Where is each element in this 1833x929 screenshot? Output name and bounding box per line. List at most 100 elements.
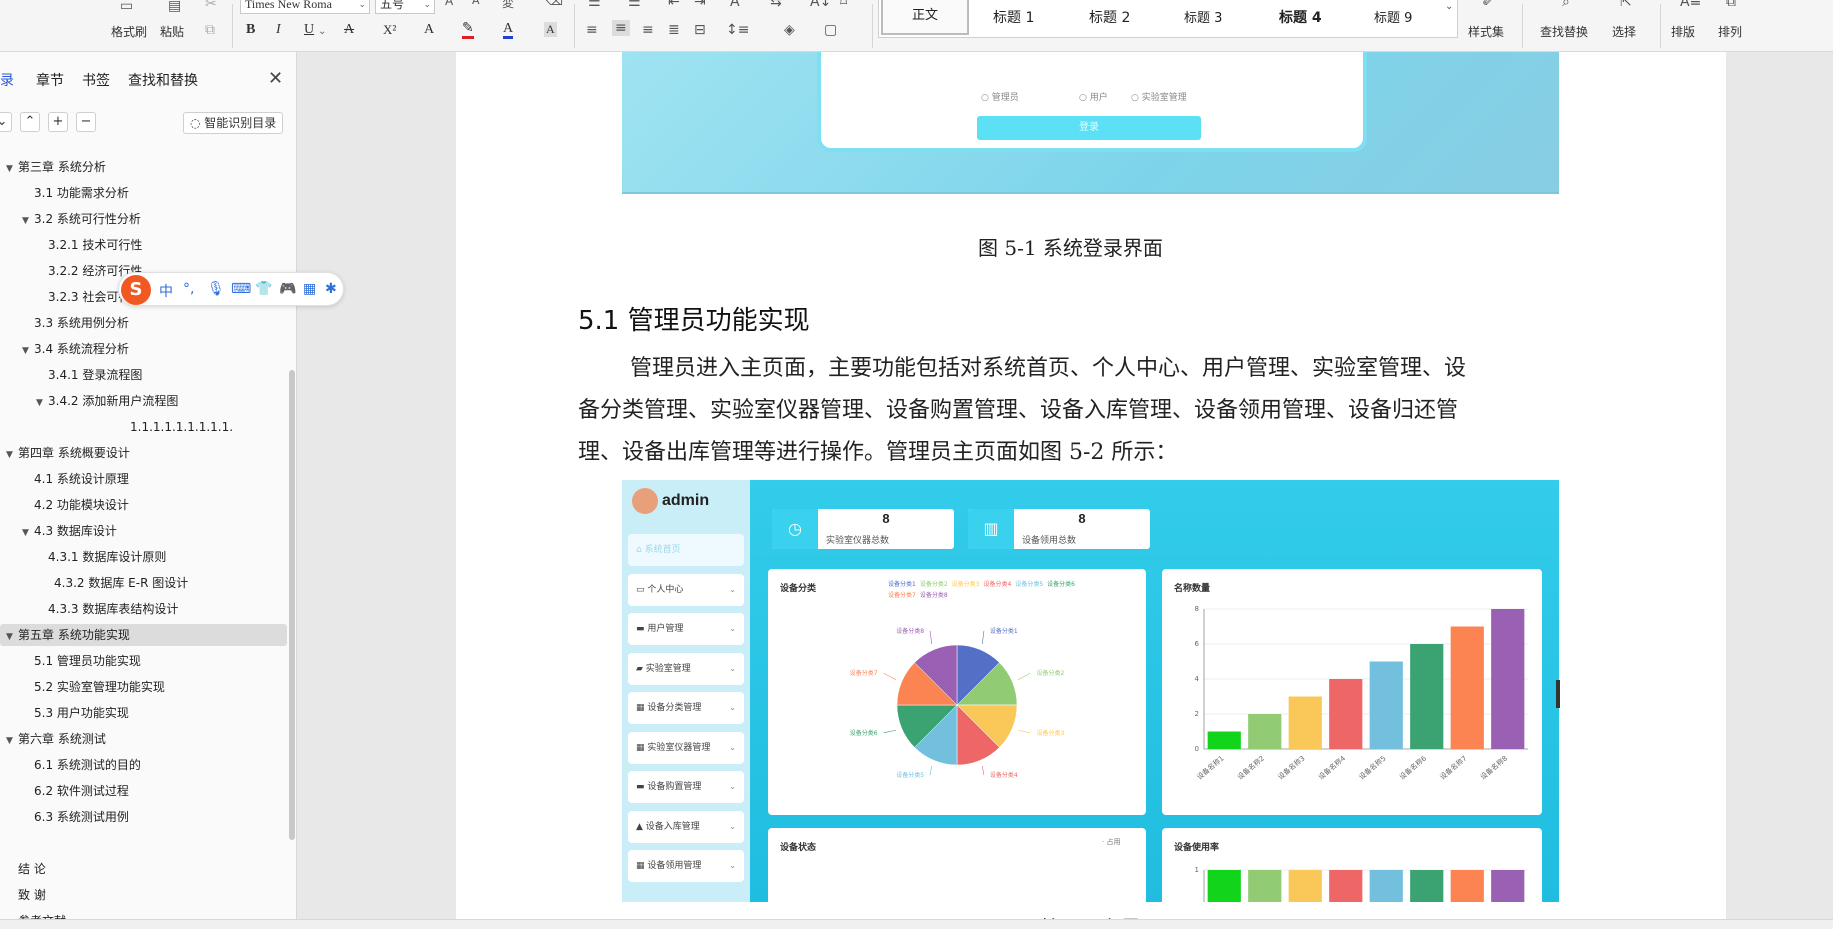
settings-icon[interactable]: ✱ xyxy=(325,281,337,297)
tab-toc[interactable]: 目录 xyxy=(0,70,14,90)
align-right-icon[interactable]: ≡ xyxy=(642,22,654,38)
expand-triangle-icon[interactable]: ▼ xyxy=(6,626,18,648)
gamepad-icon[interactable]: 🎮 xyxy=(279,281,296,297)
format-painter-icon[interactable]: ▭ xyxy=(120,0,133,14)
find-replace-button[interactable]: 查找替换 xyxy=(1540,23,1588,40)
cut-icon[interactable]: ✂ xyxy=(205,0,217,12)
paste-icon[interactable]: ▤ xyxy=(168,0,181,14)
toc-item[interactable]: 1.1.1.1.1.1.1.1.1. xyxy=(118,416,233,438)
skin-icon[interactable]: 👕 xyxy=(255,281,272,297)
layout-button[interactable]: 排版 xyxy=(1671,23,1695,40)
expand-triangle-icon[interactable]: ▼ xyxy=(36,392,48,414)
line-spacing-icon[interactable]: ↕≡ xyxy=(726,22,749,38)
collapse-icon[interactable]: ⌄ xyxy=(0,112,12,132)
toc-item[interactable]: ▼ 第六章 系统测试 xyxy=(6,728,106,750)
toc-item[interactable]: 4.2 功能模块设计 xyxy=(22,494,129,516)
microphone-icon[interactable]: 🎙 xyxy=(207,281,225,297)
sort-icon[interactable]: A↓ xyxy=(810,0,831,10)
toc-item[interactable]: 4.1 系统设计原理 xyxy=(22,468,129,490)
distribute-icon[interactable]: ⊟ xyxy=(694,22,706,38)
char-shading-icon[interactable]: A xyxy=(544,22,557,37)
toc-item[interactable]: 6.3 系统测试用例 xyxy=(22,806,129,828)
toc-item[interactable]: 3.3 系统用例分析 xyxy=(22,312,129,334)
select-cursor-icon[interactable]: ⇱ xyxy=(1620,0,1632,10)
tab-bookmarks[interactable]: 书签 xyxy=(82,70,110,90)
toc-item[interactable]: 结 论 xyxy=(6,858,46,880)
numbered-list-icon[interactable]: ☰ xyxy=(628,0,641,10)
clear-format-icon[interactable]: ⌫ xyxy=(546,0,563,8)
styles-set-button[interactable]: 样式集 xyxy=(1468,23,1504,40)
expand-triangle-icon[interactable]: ▼ xyxy=(6,158,18,180)
chevron-down-icon[interactable]: ⌄ xyxy=(318,26,326,37)
style-heading-4[interactable]: 标题 4 xyxy=(1279,7,1322,27)
style-heading-1[interactable]: 标题 1 xyxy=(993,7,1034,27)
chevron-down-icon[interactable]: ⌄ xyxy=(1445,1,1453,12)
punctuation-icon[interactable]: °, xyxy=(183,281,194,297)
toc-item[interactable] xyxy=(6,832,18,854)
toc-item[interactable]: 致 谢 xyxy=(6,884,46,906)
move-up-icon[interactable]: ⌃ xyxy=(20,112,40,132)
toc-item[interactable]: 3.1 功能需求分析 xyxy=(22,182,129,204)
align-center-icon[interactable]: ≡ xyxy=(612,20,630,36)
font-name-select[interactable]: Times New Roma ⌄ xyxy=(240,0,370,14)
shading-icon[interactable]: ◈ xyxy=(784,22,795,38)
toc-item[interactable]: ▼ 3.2 系统可行性分析 xyxy=(22,208,141,230)
arrange-button[interactable]: 排列 xyxy=(1718,23,1742,40)
toc-item[interactable]: 5.1 管理员功能实现 xyxy=(22,650,141,672)
justify-icon[interactable]: ≣ xyxy=(668,22,680,38)
font-size-select[interactable]: 五号 ⌄ xyxy=(375,0,435,14)
ime-lang-toggle[interactable]: 中 xyxy=(159,281,173,301)
select-button[interactable]: 选择 xyxy=(1612,23,1636,40)
tab-find-replace[interactable]: 查找和替换 xyxy=(128,70,198,90)
expand-triangle-icon[interactable]: ▼ xyxy=(22,522,34,544)
toc-item[interactable]: 6.1 系统测试的目的 xyxy=(22,754,141,776)
superscript-icon[interactable]: X² xyxy=(383,22,396,38)
find-icon[interactable]: ⌕ xyxy=(1562,0,1570,10)
toc-item[interactable]: ▼ 第五章 系统功能实现 xyxy=(0,624,287,646)
font-color-icon[interactable]: A xyxy=(503,22,514,39)
style-heading-9[interactable]: 标题 9 xyxy=(1374,7,1412,26)
increase-indent-icon[interactable]: ⇥ xyxy=(694,0,706,10)
text-direction-icon[interactable]: ⇆ xyxy=(770,0,782,10)
styles-set-icon[interactable]: ✐ xyxy=(1482,0,1494,10)
toc-item[interactable]: 6.2 软件测试过程 xyxy=(22,780,129,802)
scroll-position-marker[interactable] xyxy=(1556,680,1560,708)
toc-item[interactable]: 3.2.1 技术可行性 xyxy=(36,234,142,256)
smart-toc-button[interactable]: ◌ 智能识别目录 xyxy=(183,112,284,134)
toc-item[interactable]: 5.3 用户功能实现 xyxy=(22,702,129,724)
highlight-icon[interactable]: ✎ xyxy=(462,22,474,39)
bullet-list-icon[interactable]: ☰ xyxy=(588,0,601,10)
style-heading-3[interactable]: 标题 3 xyxy=(1184,7,1222,26)
expand-triangle-icon[interactable]: ▼ xyxy=(6,730,18,752)
toc-item[interactable]: ▼ 3.4.2 添加新用户流程图 xyxy=(36,390,178,412)
style-heading-2[interactable]: 标题 2 xyxy=(1089,7,1130,27)
decrease-indent-icon[interactable]: ⇤ xyxy=(668,0,680,10)
toc-item[interactable]: ▼ 4.3 数据库设计 xyxy=(22,520,117,542)
sogou-logo-icon[interactable]: S xyxy=(121,275,151,305)
align-left-icon[interactable]: ≡ xyxy=(586,22,598,38)
layout-icon[interactable]: A≡ xyxy=(1680,0,1701,10)
show-marks-icon[interactable]: ⌑ xyxy=(840,0,847,10)
toc-item[interactable]: 4.3.3 数据库表结构设计 xyxy=(36,598,178,620)
close-icon[interactable]: ✕ xyxy=(268,68,283,89)
bold-icon[interactable]: B xyxy=(246,22,255,38)
toc-item[interactable]: 4.3.2 数据库 E-R 图设计 xyxy=(42,572,188,594)
nav-scrollbar[interactable] xyxy=(289,370,295,840)
border-icon[interactable]: ▢ xyxy=(824,22,837,38)
toc-item[interactable]: 3.4.1 登录流程图 xyxy=(36,364,142,386)
copy-icon[interactable]: ⧉ xyxy=(205,22,215,38)
tab-chapters[interactable]: 章节 xyxy=(36,70,64,90)
apps-grid-icon[interactable]: ▦ xyxy=(303,281,316,297)
add-heading-icon[interactable]: + xyxy=(48,112,68,132)
toc-item[interactable]: ▼ 3.4 系统流程分析 xyxy=(22,338,129,360)
underline-icon[interactable]: U xyxy=(304,22,314,38)
italic-icon[interactable]: I xyxy=(276,22,281,38)
expand-triangle-icon[interactable]: ▼ xyxy=(22,340,34,362)
format-painter-button[interactable]: 格式刷 xyxy=(111,23,147,40)
paste-button[interactable]: 粘贴 xyxy=(160,23,184,40)
toc-item[interactable]: ▼ 第三章 系统分析 xyxy=(6,156,106,178)
expand-triangle-icon[interactable]: ▼ xyxy=(22,210,34,232)
toc-item[interactable]: ▼ 第四章 系统概要设计 xyxy=(6,442,130,464)
text-effect-icon[interactable]: A xyxy=(424,22,434,38)
arrange-icon[interactable]: ⧉ xyxy=(1726,0,1736,10)
